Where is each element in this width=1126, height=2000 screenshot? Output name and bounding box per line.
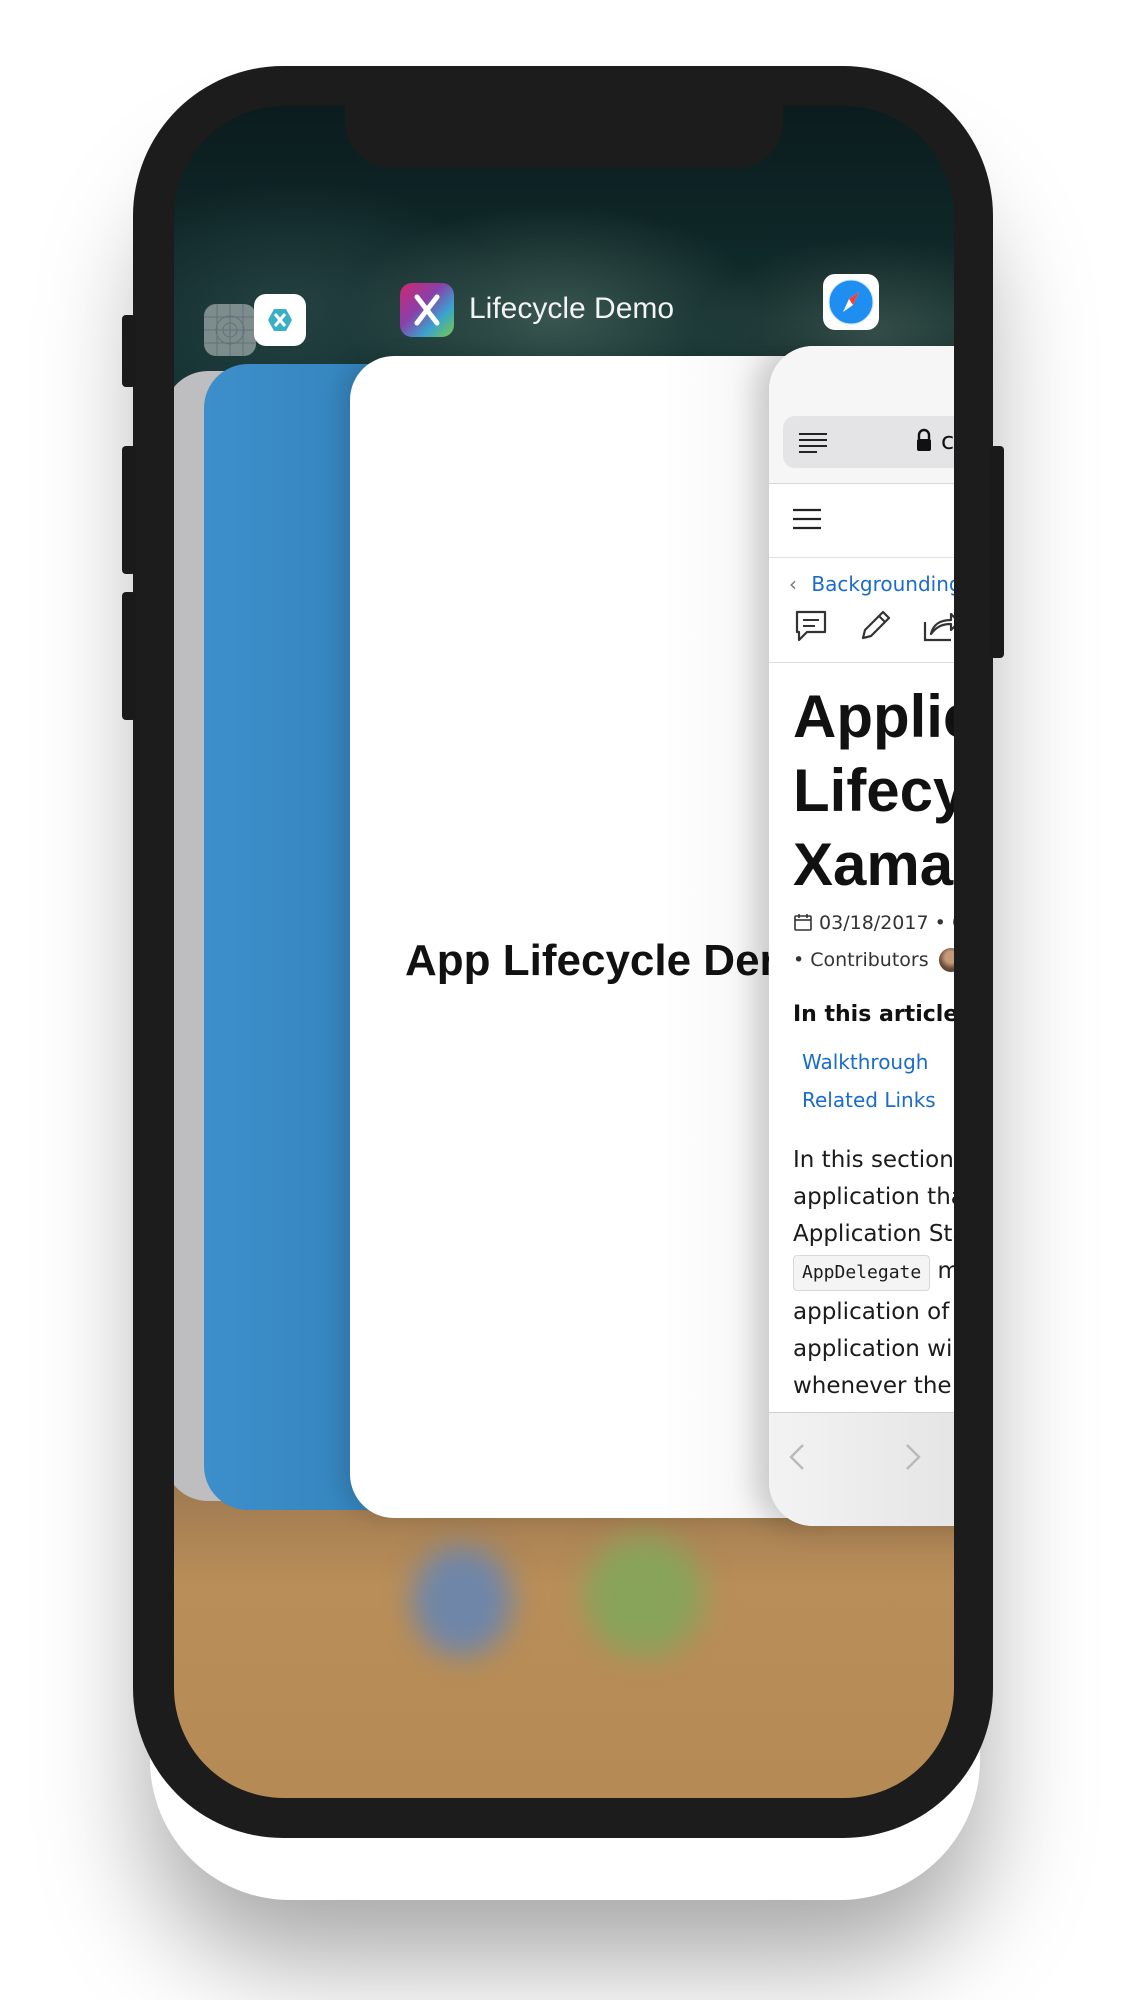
avatar[interactable]: [938, 948, 954, 972]
lifecycle-demo-icon[interactable]: [400, 283, 454, 337]
placeholder-app-icon[interactable]: [204, 304, 256, 356]
safari-icon[interactable]: [823, 274, 879, 330]
volume-down-button: [122, 592, 136, 720]
safari-top-bar: c: [769, 346, 954, 484]
dock-icon-blurred: [412, 1546, 512, 1656]
paragraph-line-code: AppDelegate m: [793, 1253, 954, 1294]
screen-notch: [345, 106, 783, 168]
app-card-title: App Lifecycle Der: [405, 936, 777, 985]
article-meta-date: 03/18/2017 •: [793, 912, 954, 937]
toc-link-related-links[interactable]: Related Links: [802, 1088, 936, 1112]
inline-code: AppDelegate: [793, 1255, 931, 1291]
paragraph-line: application that: [793, 1184, 954, 1210]
article-toolbar: [793, 608, 954, 652]
in-this-article-heading: In this article: [793, 1002, 954, 1027]
safari-app-card[interactable]: c ‹ Backgrounding Applic: [769, 346, 954, 1526]
meta-separator: •: [934, 912, 946, 934]
share-icon[interactable]: [921, 608, 954, 648]
site-navigation-bar: [769, 484, 954, 558]
toolbar-divider: [769, 662, 954, 663]
paragraph-line: application will p: [793, 1336, 954, 1362]
safari-bottom-toolbar: [769, 1412, 954, 1526]
xamarin-icon[interactable]: [254, 294, 306, 346]
paragraph-line: application of w: [793, 1299, 954, 1325]
address-bar[interactable]: c: [783, 416, 954, 468]
paragraph-line: Application Stat: [793, 1221, 954, 1247]
back-chevron-icon[interactable]: [787, 1441, 807, 1477]
forward-chevron-icon[interactable]: [903, 1441, 923, 1477]
volume-up-button: [122, 446, 136, 574]
edit-pencil-icon[interactable]: [857, 608, 893, 648]
contributors-label[interactable]: • Contributors: [793, 949, 929, 971]
breadcrumb[interactable]: ‹ Backgrounding: [789, 572, 954, 596]
paragraph-line: whenever the ap: [793, 1373, 954, 1399]
paragraph-line: In this section, w: [793, 1147, 954, 1173]
calendar-icon: [793, 912, 813, 937]
code-trailing-text: m: [937, 1258, 954, 1284]
article-title: Applic Lifecyc Xamar: [793, 680, 954, 902]
article-date: 03/18/2017: [819, 912, 929, 934]
breadcrumb-link[interactable]: Backgrounding: [811, 572, 954, 596]
power-button: [990, 446, 1004, 658]
app-switcher-screen: Lifecycle Demo App Lifecycle Der c ‹ Bac…: [174, 106, 954, 1798]
reader-view-icon[interactable]: [797, 430, 829, 454]
dock-icon-blurred: [584, 1536, 704, 1656]
active-app-title: Lifecycle Demo: [469, 292, 675, 325]
article-meta-contributors: • Contributors: [793, 948, 954, 972]
toc-link-walkthrough[interactable]: Walkthrough: [802, 1050, 928, 1074]
article-title-line: Applic: [793, 683, 954, 750]
article-paragraph: In this section, w application that Appl…: [793, 1142, 954, 1405]
comment-icon[interactable]: [793, 608, 829, 648]
clock-icon: [952, 912, 954, 937]
hamburger-menu-icon[interactable]: [791, 506, 823, 532]
chevron-left-icon: ‹: [789, 572, 797, 596]
article-title-line: Xamar: [793, 831, 954, 898]
url-text: c: [941, 427, 954, 455]
lock-icon: [915, 428, 933, 454]
mute-switch: [122, 315, 136, 387]
article-title-line: Lifecyc: [793, 757, 954, 824]
